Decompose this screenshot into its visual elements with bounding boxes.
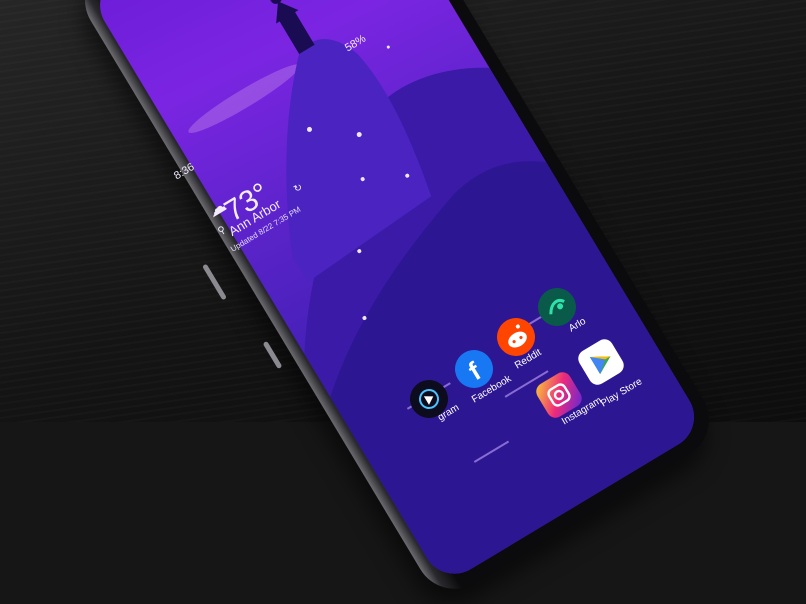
volume-button bbox=[202, 263, 227, 301]
smartphone: 8:36 58% ☁ 73° ⚲ Ann Arbor Updated 8/22 … bbox=[0, 0, 806, 604]
power-button bbox=[262, 340, 283, 370]
